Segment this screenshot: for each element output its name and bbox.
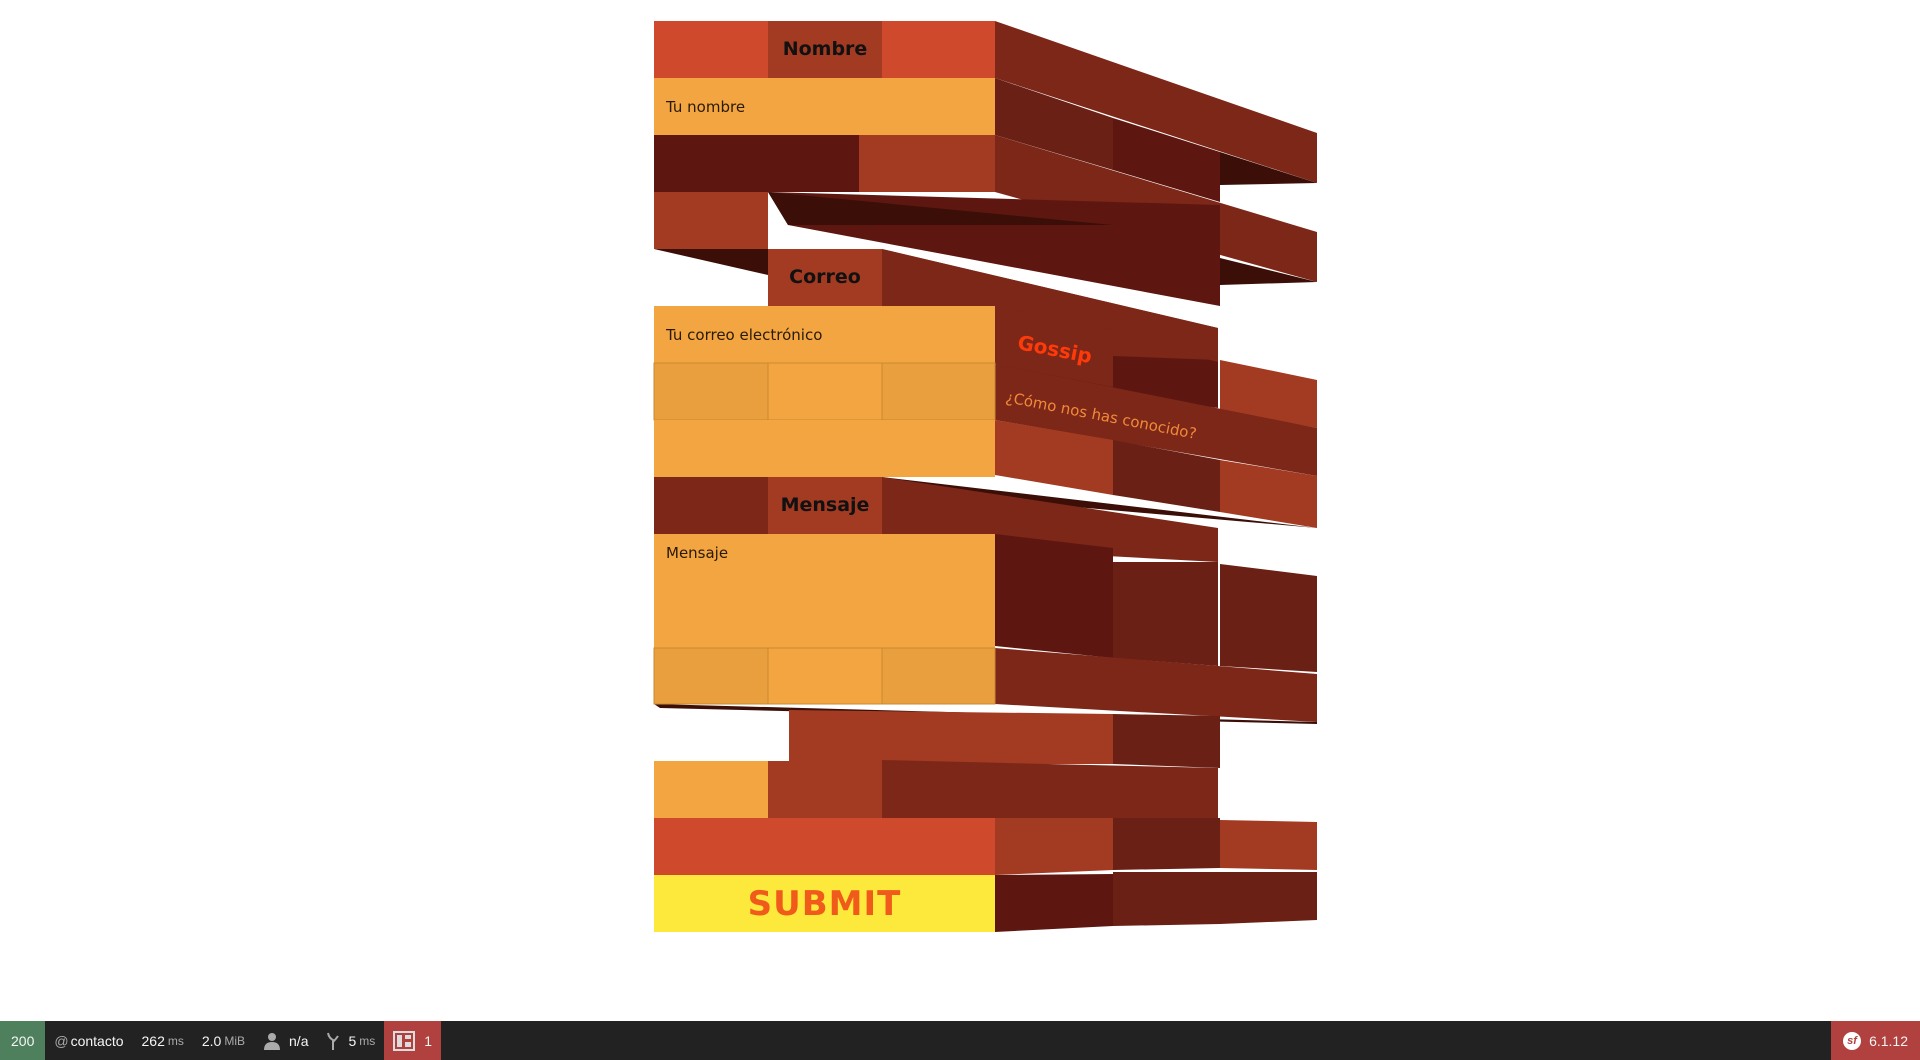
user-icon xyxy=(264,1032,281,1050)
brick xyxy=(767,647,883,705)
side-block xyxy=(1220,820,1317,870)
forms-error-item[interactable]: 1 xyxy=(384,1021,442,1060)
message-label: Mensaje xyxy=(780,494,870,516)
status-code-badge[interactable]: 200 xyxy=(0,1021,46,1060)
brick xyxy=(654,420,995,477)
brick xyxy=(653,647,769,705)
time-unit: ms xyxy=(167,1033,184,1048)
submit-button[interactable]: SUBMIT xyxy=(654,875,995,932)
time-value: 262 xyxy=(141,1032,165,1049)
memory-value: 2.0 xyxy=(201,1032,222,1049)
twig-value: 5 xyxy=(348,1032,357,1049)
side-block xyxy=(1113,872,1220,926)
jenga-tower-form: Nombre Correo Mensaje Gossip ¿Cómo nos h… xyxy=(0,0,1920,1060)
side-block xyxy=(1113,818,1220,870)
name-input[interactable] xyxy=(654,78,995,135)
memory-unit: MiB xyxy=(224,1033,246,1048)
symfony-logo-icon: sf xyxy=(1843,1031,1862,1050)
memory-item[interactable]: 2.0 MiB xyxy=(193,1021,254,1060)
at-icon: @ xyxy=(54,1032,69,1049)
side-block xyxy=(882,760,1218,818)
brick-shadow xyxy=(654,249,768,275)
twig-icon xyxy=(327,1032,340,1050)
time-item[interactable]: 262 ms xyxy=(133,1021,193,1060)
brick xyxy=(654,192,768,249)
twig-item[interactable]: 5 ms xyxy=(317,1021,384,1060)
email-input[interactable] xyxy=(654,306,995,363)
route-name: contacto xyxy=(70,1032,124,1049)
forms-error-count: 1 xyxy=(424,1032,433,1049)
route-item[interactable]: @ contacto xyxy=(45,1021,132,1060)
brick xyxy=(859,135,995,192)
brick xyxy=(882,21,995,78)
side-block xyxy=(1113,562,1218,666)
side-block xyxy=(995,874,1113,932)
brick xyxy=(653,362,769,421)
symfony-version-item[interactable]: sf 6.1.12 xyxy=(1831,1021,1920,1060)
brick xyxy=(768,761,882,818)
brick xyxy=(654,477,768,534)
symfony-version: 6.1.12 xyxy=(1869,1032,1908,1049)
side-block xyxy=(995,534,1113,658)
message-textarea[interactable] xyxy=(654,534,995,648)
user-name: n/a xyxy=(289,1032,309,1049)
brick xyxy=(881,362,996,421)
user-item[interactable]: n/a xyxy=(254,1021,317,1060)
name-label: Nombre xyxy=(782,38,868,60)
side-block xyxy=(995,818,1113,875)
brick xyxy=(881,647,996,705)
status-code: 200 xyxy=(11,1032,35,1049)
twig-unit: ms xyxy=(359,1033,376,1048)
debug-toolbar: 200 @ contacto 262 ms 2.0 MiB n/a 5 ms 1… xyxy=(0,1021,1920,1060)
brick xyxy=(654,818,995,875)
side-block xyxy=(1113,714,1220,768)
side-block xyxy=(1220,872,1317,924)
brick xyxy=(654,761,768,818)
side-block xyxy=(1220,564,1317,672)
side-block xyxy=(789,710,1113,764)
form-icon xyxy=(393,1030,416,1051)
email-label: Correo xyxy=(789,266,861,288)
brick xyxy=(654,21,768,78)
brick xyxy=(767,362,883,421)
brick xyxy=(654,135,859,192)
